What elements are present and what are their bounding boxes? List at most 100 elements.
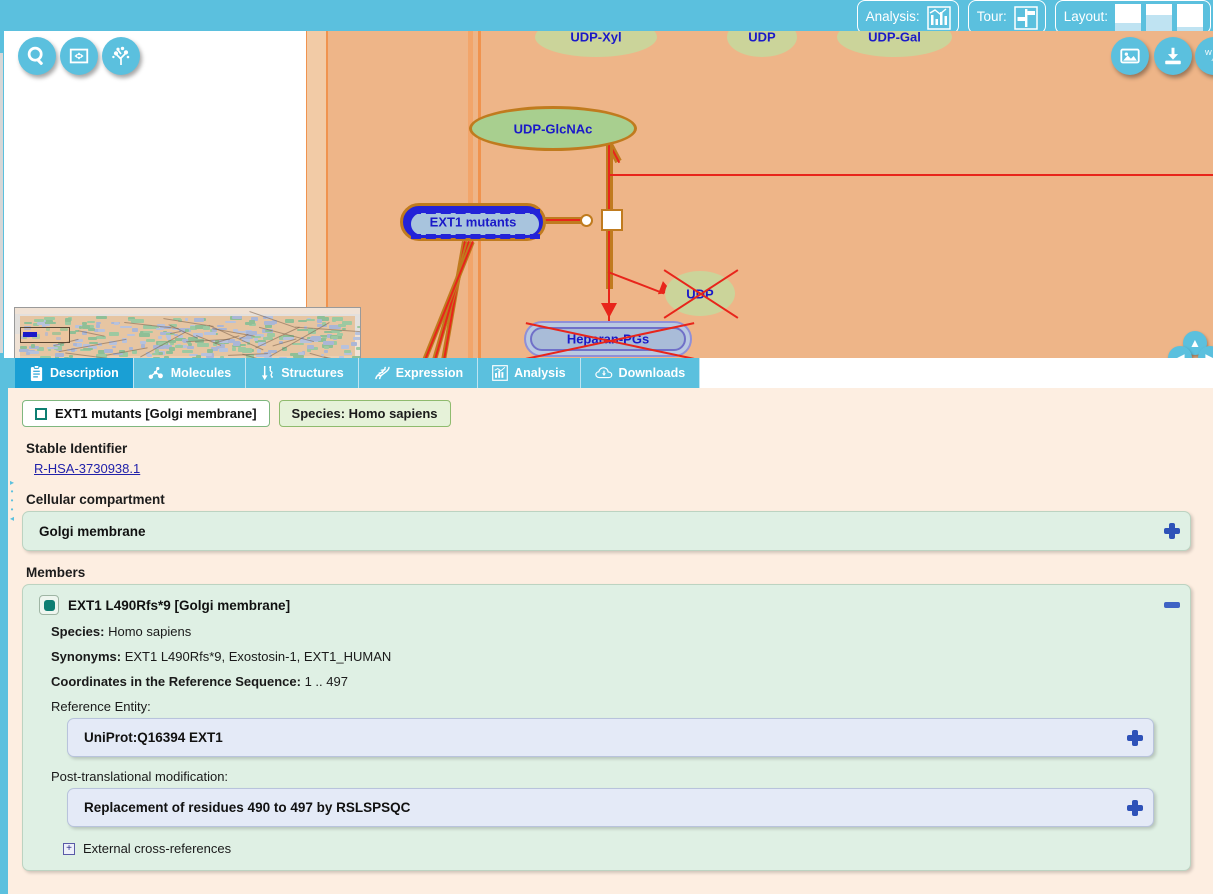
- diagram-node-udp-product[interactable]: UDP: [663, 269, 739, 319]
- expand-compartment-button[interactable]: [1164, 523, 1180, 539]
- diagram-node-udp-glcnac[interactable]: UDP-GlcNAc: [469, 106, 637, 151]
- thumbnail-node: [351, 342, 357, 346]
- member-synonyms-value: EXT1 L490Rfs*9, Exostosin-1, EXT1_HUMAN: [124, 649, 392, 664]
- entity-set-icon: [35, 407, 47, 420]
- reference-entity-box[interactable]: UniProt:Q16394 EXT1: [67, 718, 1154, 757]
- thumbnail-node: [297, 320, 308, 323]
- tab-label: Description: [50, 366, 119, 380]
- fit-to-screen-icon[interactable]: [60, 37, 98, 75]
- thumbnail-node: [255, 354, 266, 357]
- detail-panel-resize-handle[interactable]: ▸ • • • ◂: [8, 478, 16, 528]
- thumbnail-node: [140, 340, 147, 344]
- thumbnail-node: [81, 324, 91, 330]
- member-species-value: Homo sapiens: [108, 624, 192, 639]
- thumbnail-node: [128, 318, 138, 322]
- thumbnail-node: [204, 331, 216, 335]
- thumbnail-node: [341, 344, 349, 349]
- pan-right-glyph: ▶: [1205, 351, 1213, 358]
- expand-xrefs-icon[interactable]: +: [63, 842, 75, 855]
- detail-tabbar: Description Molecules Structures Express…: [0, 358, 1213, 388]
- wiki-icon[interactable]: W A: [1195, 37, 1213, 75]
- thumbnail-node: [202, 326, 211, 330]
- tab-label: Expression: [395, 366, 464, 380]
- edge-ext1-to-reaction-disease: [545, 219, 585, 221]
- layout-option-1[interactable]: [1115, 4, 1141, 32]
- tab-downloads[interactable]: Downloads: [581, 358, 701, 388]
- collapse-member-button[interactable]: [1164, 597, 1180, 613]
- dna-icon: [373, 365, 390, 382]
- thumbnail-node: [166, 351, 174, 354]
- diagram-thumbnail-overview[interactable]: [14, 307, 361, 358]
- cellular-compartment-value: Golgi membrane: [39, 523, 146, 539]
- thumbnail-node: [331, 336, 339, 339]
- thumbnail-node: [225, 320, 233, 324]
- reference-entity-value: UniProt:Q16394 EXT1: [84, 730, 223, 745]
- tab-label: Analysis: [514, 366, 566, 380]
- thumbnail-viewport[interactable]: [20, 327, 70, 343]
- node-label: UDP-Xyl: [570, 31, 622, 45]
- layout-option-2[interactable]: [1146, 4, 1172, 32]
- tour-control[interactable]: Tour:: [967, 0, 1046, 34]
- pathway-diagram-canvas[interactable]: UDP-Xyl UDP UDP-Gal UDP-GlcNAc EXT1 muta…: [0, 31, 1213, 358]
- diagram-node-heparan-pgs[interactable]: Heparan-PGs: [524, 321, 695, 358]
- diagram-node-udp-gal[interactable]: UDP-Gal: [837, 31, 952, 57]
- thumbnail-node: [98, 328, 106, 332]
- entity-chip-label: EXT1 mutants [Golgi membrane]: [55, 406, 257, 421]
- reaction-node[interactable]: [601, 209, 623, 231]
- thumbnail-node: [322, 341, 335, 346]
- diagram-node-ext1-mutants[interactable]: EXT1 mutants: [400, 203, 546, 241]
- thumbnail-node: [174, 345, 183, 349]
- ptm-box[interactable]: Replacement of residues 490 to 497 by RS…: [67, 788, 1154, 827]
- species-chip[interactable]: Species: Homo sapiens: [278, 400, 451, 427]
- tab-structures[interactable]: Structures: [246, 358, 359, 388]
- layout-control[interactable]: Layout:: [1054, 0, 1211, 34]
- cellular-compartment-box[interactable]: Golgi membrane: [22, 511, 1191, 551]
- analysis-label: Analysis:: [865, 9, 920, 25]
- thumbnail-node: [317, 316, 325, 320]
- ptm-value: Replacement of residues 490 to 497 by RS…: [84, 800, 411, 815]
- thumbnail-node: [324, 346, 329, 350]
- thumbnail-node: [306, 344, 314, 349]
- stable-identifier-link[interactable]: R-HSA-3730938.1: [34, 461, 140, 476]
- thumbnail-node: [284, 319, 295, 324]
- thumbnail-node: [232, 347, 236, 352]
- thumbnail-node: [155, 349, 160, 353]
- layout-option-3[interactable]: [1177, 4, 1203, 32]
- member-coordinates-value: 1 .. 497: [304, 674, 348, 689]
- external-cross-references-row[interactable]: + External cross-references: [63, 841, 1174, 856]
- edge-vertical-upper-disease: [608, 141, 610, 213]
- entity-chip[interactable]: EXT1 mutants [Golgi membrane]: [22, 400, 270, 427]
- diagram-node-udp-top[interactable]: UDP: [727, 31, 797, 57]
- expand-ptm-button[interactable]: [1127, 799, 1143, 816]
- thumbnail-node: [200, 353, 213, 356]
- analysis-control[interactable]: Analysis:: [856, 0, 959, 34]
- signpost-icon[interactable]: [1013, 6, 1038, 30]
- diagram-left-scroll-track[interactable]: [0, 53, 3, 353]
- tab-analysis[interactable]: Analysis: [478, 358, 581, 388]
- tab-molecules[interactable]: Molecules: [134, 358, 247, 388]
- thumbnail-node: [108, 331, 120, 337]
- analysis-chart-icon[interactable]: [926, 6, 951, 30]
- export-image-icon[interactable]: [1111, 37, 1149, 75]
- node-label: UDP-Gal: [868, 31, 921, 45]
- thumbnail-node: [337, 324, 346, 328]
- reaction-catalyst-node[interactable]: [580, 214, 593, 227]
- thumbnail-node: [65, 317, 72, 322]
- thumbnail-node: [31, 343, 35, 349]
- thumbnail-node: [132, 328, 139, 332]
- member-header: EXT1 L490Rfs*9 [Golgi membrane]: [39, 595, 1174, 615]
- expand-reference-entity-button[interactable]: [1127, 729, 1143, 746]
- download-icon[interactable]: [1154, 37, 1192, 75]
- pan-left-glyph: ◀: [1175, 351, 1185, 358]
- diagram-node-udp-xyl[interactable]: UDP-Xyl: [535, 31, 657, 57]
- thumbnail-node: [232, 316, 243, 319]
- edge-reaction-to-udp: [607, 271, 665, 295]
- structures-icon: [260, 365, 275, 382]
- stable-identifier-row: R-HSA-3730938.1: [34, 460, 1213, 478]
- layout-options: [1115, 4, 1203, 32]
- thumbnail-node: [114, 321, 119, 325]
- pathway-overview-icon[interactable]: [102, 37, 140, 75]
- search-icon[interactable]: [18, 37, 56, 75]
- tab-description[interactable]: Description: [15, 358, 134, 388]
- tab-expression[interactable]: Expression: [359, 358, 479, 388]
